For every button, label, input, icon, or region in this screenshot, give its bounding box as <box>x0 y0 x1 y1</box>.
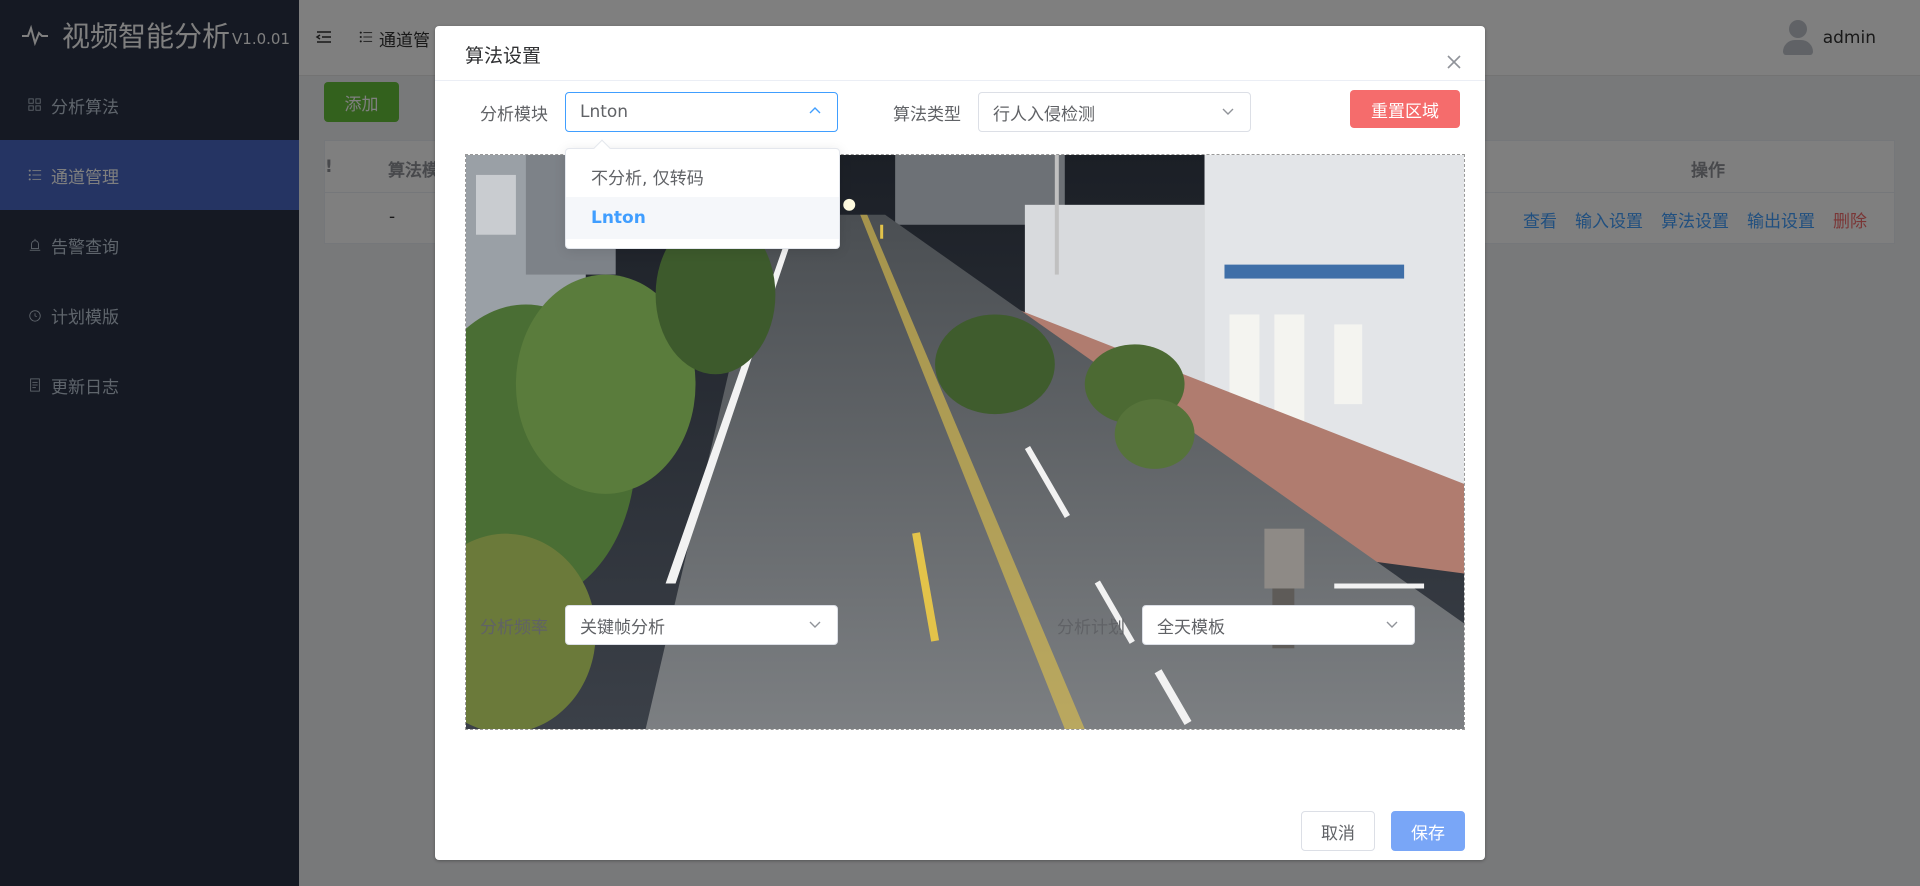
chevron-down-icon <box>1384 616 1400 632</box>
algorithm-settings-dialog: 算法设置 分析模块 Lnton 算法类型 行人入侵检测 重置区域 不分析, 仅转… <box>435 26 1485 860</box>
algo-type-label: 算法类型 <box>893 105 961 125</box>
module-label: 分析模块 <box>480 105 548 125</box>
chevron-up-icon <box>807 103 823 119</box>
cancel-button[interactable]: 取消 <box>1301 811 1375 851</box>
frequency-select[interactable]: 关键帧分析 <box>565 605 838 645</box>
module-option-transcode[interactable]: 不分析, 仅转码 <box>566 155 839 197</box>
algo-type-select-value: 行人入侵检测 <box>993 104 1095 125</box>
module-select-value: Lnton <box>580 102 629 122</box>
dialog-title: 算法设置 <box>465 45 542 67</box>
frequency-select-value: 关键帧分析 <box>580 617 665 638</box>
close-icon[interactable] <box>1447 52 1461 72</box>
plan-label: 分析计划 <box>1057 618 1125 638</box>
save-button[interactable]: 保存 <box>1391 811 1465 851</box>
dropdown-pointer <box>593 139 611 157</box>
plan-select[interactable]: 全天模板 <box>1142 605 1415 645</box>
module-option-lnton[interactable]: Lnton <box>566 197 839 239</box>
chevron-down-icon <box>1220 103 1236 119</box>
algo-type-select[interactable]: 行人入侵检测 <box>978 92 1251 132</box>
frequency-label: 分析频率 <box>480 618 548 638</box>
plan-select-value: 全天模板 <box>1157 617 1225 638</box>
module-select[interactable]: Lnton <box>565 92 838 132</box>
chevron-down-icon <box>807 616 823 632</box>
module-dropdown: 不分析, 仅转码 Lnton <box>565 139 840 249</box>
dialog-divider <box>435 80 1485 81</box>
reset-region-button[interactable]: 重置区域 <box>1350 90 1460 128</box>
